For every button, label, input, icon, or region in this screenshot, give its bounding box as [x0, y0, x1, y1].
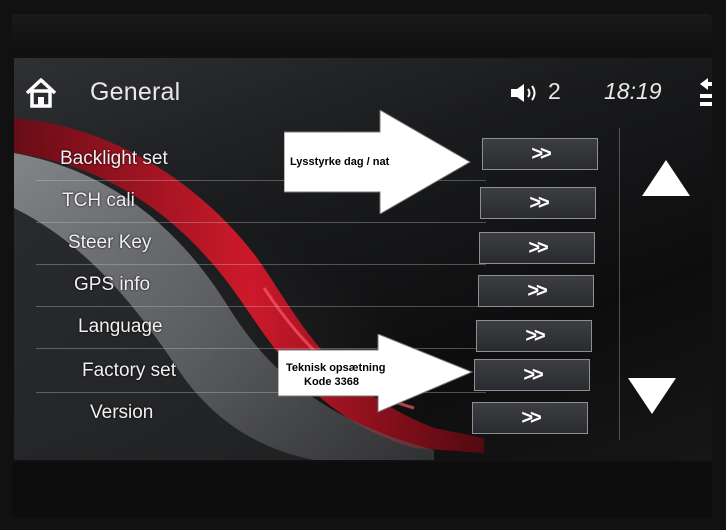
annotation-backlight-note: Lysstyrke dag / nat: [290, 156, 390, 168]
scroll-down-icon[interactable]: [626, 376, 678, 416]
home-icon[interactable]: [24, 76, 58, 110]
menu-item-label: Factory set: [82, 360, 176, 381]
annotation-factory-note-line2: Kode 3368: [304, 376, 360, 388]
screen: General 2 18:19 Backlight set >> TCH cal…: [14, 58, 712, 460]
menu-item-label: Backlight set: [60, 148, 168, 169]
menu-item-label: GPS info: [74, 274, 151, 295]
menu-item-steer-key[interactable]: Steer Key: [36, 224, 486, 265]
annotation-factory-note-line1: Teknisk opsætning: [286, 362, 386, 374]
scroll-divider: [619, 128, 620, 440]
volume-level: 2: [548, 78, 561, 104]
menu-item-label: Version: [90, 402, 154, 423]
version-button[interactable]: >>: [472, 402, 588, 434]
menu-item-gps-info[interactable]: GPS info: [36, 266, 486, 307]
device-top-bezel: [12, 14, 712, 54]
language-button[interactable]: >>: [476, 320, 592, 352]
menu-item-label: TCH cali: [62, 190, 135, 211]
scroll-up-icon[interactable]: [640, 158, 692, 198]
backlight-set-button[interactable]: >>: [482, 138, 598, 170]
factory-set-button[interactable]: >>: [474, 359, 590, 391]
back-icon[interactable]: [698, 72, 712, 112]
menu-item-label: Language: [78, 316, 163, 337]
clock: 18:19: [604, 78, 662, 104]
tch-cali-button[interactable]: >>: [480, 187, 596, 219]
speaker-icon[interactable]: [510, 82, 544, 104]
menu-item-label: Steer Key: [68, 232, 152, 253]
steer-key-button[interactable]: >>: [479, 232, 595, 264]
page-title: General: [90, 78, 181, 106]
gps-info-button[interactable]: >>: [478, 275, 594, 307]
device-bottom-bezel: [12, 462, 712, 518]
